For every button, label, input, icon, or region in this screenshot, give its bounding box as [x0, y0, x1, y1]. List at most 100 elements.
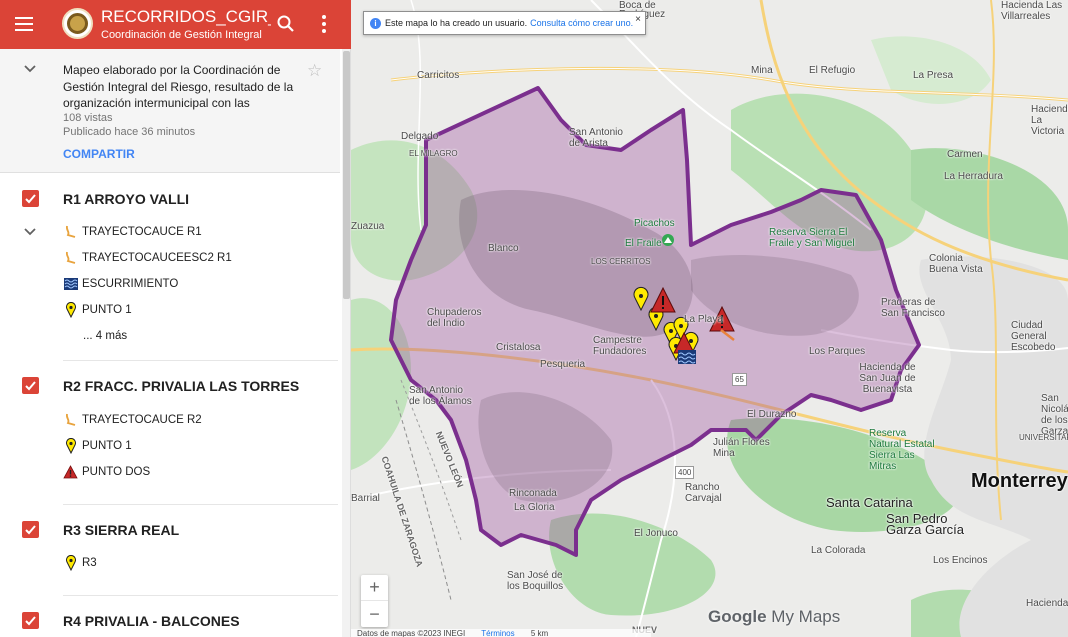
map-info: Mapeo elaborado por la Coordinación de G…: [0, 49, 340, 173]
check-icon: [25, 194, 36, 204]
place-label: Ciudad General Escobedo: [1011, 320, 1056, 353]
place-label: UNIVERSITARIA: [1019, 433, 1068, 442]
divider: [63, 595, 338, 596]
map-owner: Coordinación de Gestión Integral: [101, 29, 262, 41]
place-label: Santa Catarina: [826, 495, 913, 510]
divider: [63, 504, 338, 505]
layer-checkbox-r4[interactable]: [22, 612, 39, 629]
divider: [63, 360, 338, 361]
place-label: San José de los Boquillos: [507, 570, 564, 592]
city-label: Monterrey: [971, 470, 1068, 492]
place-label: EL MILAGRO: [409, 149, 458, 158]
scrollbar-thumb[interactable]: [343, 51, 350, 299]
place-label: Hacienda Las Villarreales: [1001, 0, 1063, 22]
check-icon: [25, 616, 36, 626]
terms-link[interactable]: Términos: [481, 629, 514, 637]
layer-title-r3[interactable]: R3 SIERRA REAL: [63, 522, 179, 538]
app: RECORRIDOS_CGIR_0… Coordinación de Gesti…: [0, 0, 1068, 637]
chevron-down-icon[interactable]: [22, 63, 38, 75]
place-label: Carricitos: [417, 70, 460, 81]
pin-icon: [63, 438, 78, 454]
place-label: Reserva Sierra El Fraile y San Miguel: [769, 227, 855, 249]
place-label: San Nicolás de los Garza: [1041, 393, 1068, 437]
layer-item[interactable]: TRAYECTOCAUCEESC2 R1: [63, 248, 232, 268]
place-label: La Gloria: [514, 502, 555, 513]
layer-title-r2[interactable]: R2 FRACC. PRIVALIA LAS TORRES: [63, 378, 299, 394]
google-my-maps-logo: Google My Maps: [708, 607, 841, 626]
zoom-control: + −: [361, 575, 388, 627]
search-icon: [277, 15, 294, 32]
check-icon: [25, 381, 36, 391]
place-label: Praderas de San Francisco: [881, 297, 945, 319]
place-label: La Colorada: [811, 545, 866, 556]
place-label: San Antonio de los Álamos: [409, 385, 472, 407]
layer-item[interactable]: TRAYECTOCAUCE R1: [63, 222, 202, 242]
place-label: El Fraile: [625, 238, 662, 249]
route-icon: [63, 413, 78, 428]
pin-icon: [63, 302, 78, 318]
more-options-button[interactable]: [316, 12, 332, 36]
chevron-down-icon[interactable]: [22, 226, 38, 238]
place-label: Hacienda Sta: [1026, 598, 1068, 609]
place-label: La Herradura: [944, 171, 1003, 182]
map-attribution: Datos de mapas ©2023 INEGI Términos 5 km: [351, 629, 651, 637]
layer-item[interactable]: R3: [63, 553, 97, 573]
pin-icon: [63, 555, 78, 571]
menu-button[interactable]: [12, 12, 36, 36]
info-icon: i: [370, 17, 381, 29]
place-label: San Antonio de Arista: [569, 127, 623, 149]
place-label: Rancho Carvajal: [685, 482, 722, 504]
layer-checkbox-r1[interactable]: [22, 190, 39, 207]
highway-shield: 65: [732, 373, 747, 386]
zoom-in-button[interactable]: +: [361, 575, 388, 601]
place-label: Mina: [751, 65, 773, 76]
water-icon: [63, 277, 78, 292]
layer-item[interactable]: PUNTO DOS: [63, 462, 150, 482]
map-description: Mapeo elaborado por la Coordinación de G…: [63, 63, 294, 110]
route-icon: [63, 251, 78, 266]
place-label: El Durazno: [747, 409, 797, 420]
scale-bar: 5 km: [530, 629, 549, 637]
zoom-out-button[interactable]: −: [361, 601, 388, 627]
place-label: Delgado: [401, 131, 439, 142]
place-label: San Pedro Garza García: [886, 511, 965, 537]
place-label: Chupaderos del Indio: [427, 307, 482, 329]
close-icon[interactable]: ×: [635, 14, 641, 25]
layer-item[interactable]: ESCURRIMIENTO: [63, 274, 178, 294]
layer-checkbox-r2[interactable]: [22, 377, 39, 394]
layer-item[interactable]: PUNTO 1: [63, 300, 132, 320]
show-more-link[interactable]: ... 4 más: [83, 330, 127, 342]
share-button[interactable]: COMPARTIR: [63, 147, 135, 161]
layer-title-r1[interactable]: R1 ARROYO VALLI: [63, 191, 189, 207]
check-icon: [25, 525, 36, 535]
highway-shield: 400: [675, 466, 695, 479]
place-label: Cristalosa: [496, 342, 541, 353]
layer-item[interactable]: PUNTO 1: [63, 436, 132, 456]
place-label: Carmen: [947, 149, 983, 160]
place-label: El Refugio: [809, 65, 856, 76]
layer-title-r4[interactable]: R4 PRIVALIA - BALCONES: [63, 613, 240, 629]
place-label: Los Parques: [809, 346, 866, 357]
place-label: LOS CERRITOS: [591, 257, 651, 266]
search-button[interactable]: [274, 12, 298, 36]
published-time: Publicado hace 36 minutos: [63, 126, 196, 138]
layer-item[interactable]: TRAYECTOCAUCE R2: [63, 410, 202, 430]
app-header: RECORRIDOS_CGIR_0… Coordinación de Gesti…: [0, 0, 351, 49]
organization-logo: [62, 8, 93, 39]
place-label: Colonia Buena Vista: [929, 253, 983, 275]
map-canvas[interactable]: Boca de Rodríguez Hacienda Las Villarrea…: [351, 0, 1068, 637]
place-label: Rinconada: [509, 488, 557, 499]
place-label: Blanco: [488, 243, 519, 254]
place-label: El Jonuco: [634, 528, 678, 539]
route-icon: [63, 225, 78, 240]
place-label: Picachos: [634, 218, 675, 229]
layer-checkbox-r3[interactable]: [22, 521, 39, 538]
place-label: Hacienda de San Juan de Buenavista: [859, 362, 916, 395]
menu-icon: [15, 17, 33, 19]
star-icon[interactable]: ☆: [307, 61, 322, 81]
map-title[interactable]: RECORRIDOS_CGIR_0…: [101, 7, 271, 27]
learn-how-link[interactable]: Consulta cómo crear uno.: [530, 18, 633, 28]
place-label: Reserva Natural Estatal Sierra Las Mitra…: [869, 428, 935, 472]
place-label: Los Encinos: [933, 555, 988, 566]
place-label: La Presa: [913, 70, 954, 81]
